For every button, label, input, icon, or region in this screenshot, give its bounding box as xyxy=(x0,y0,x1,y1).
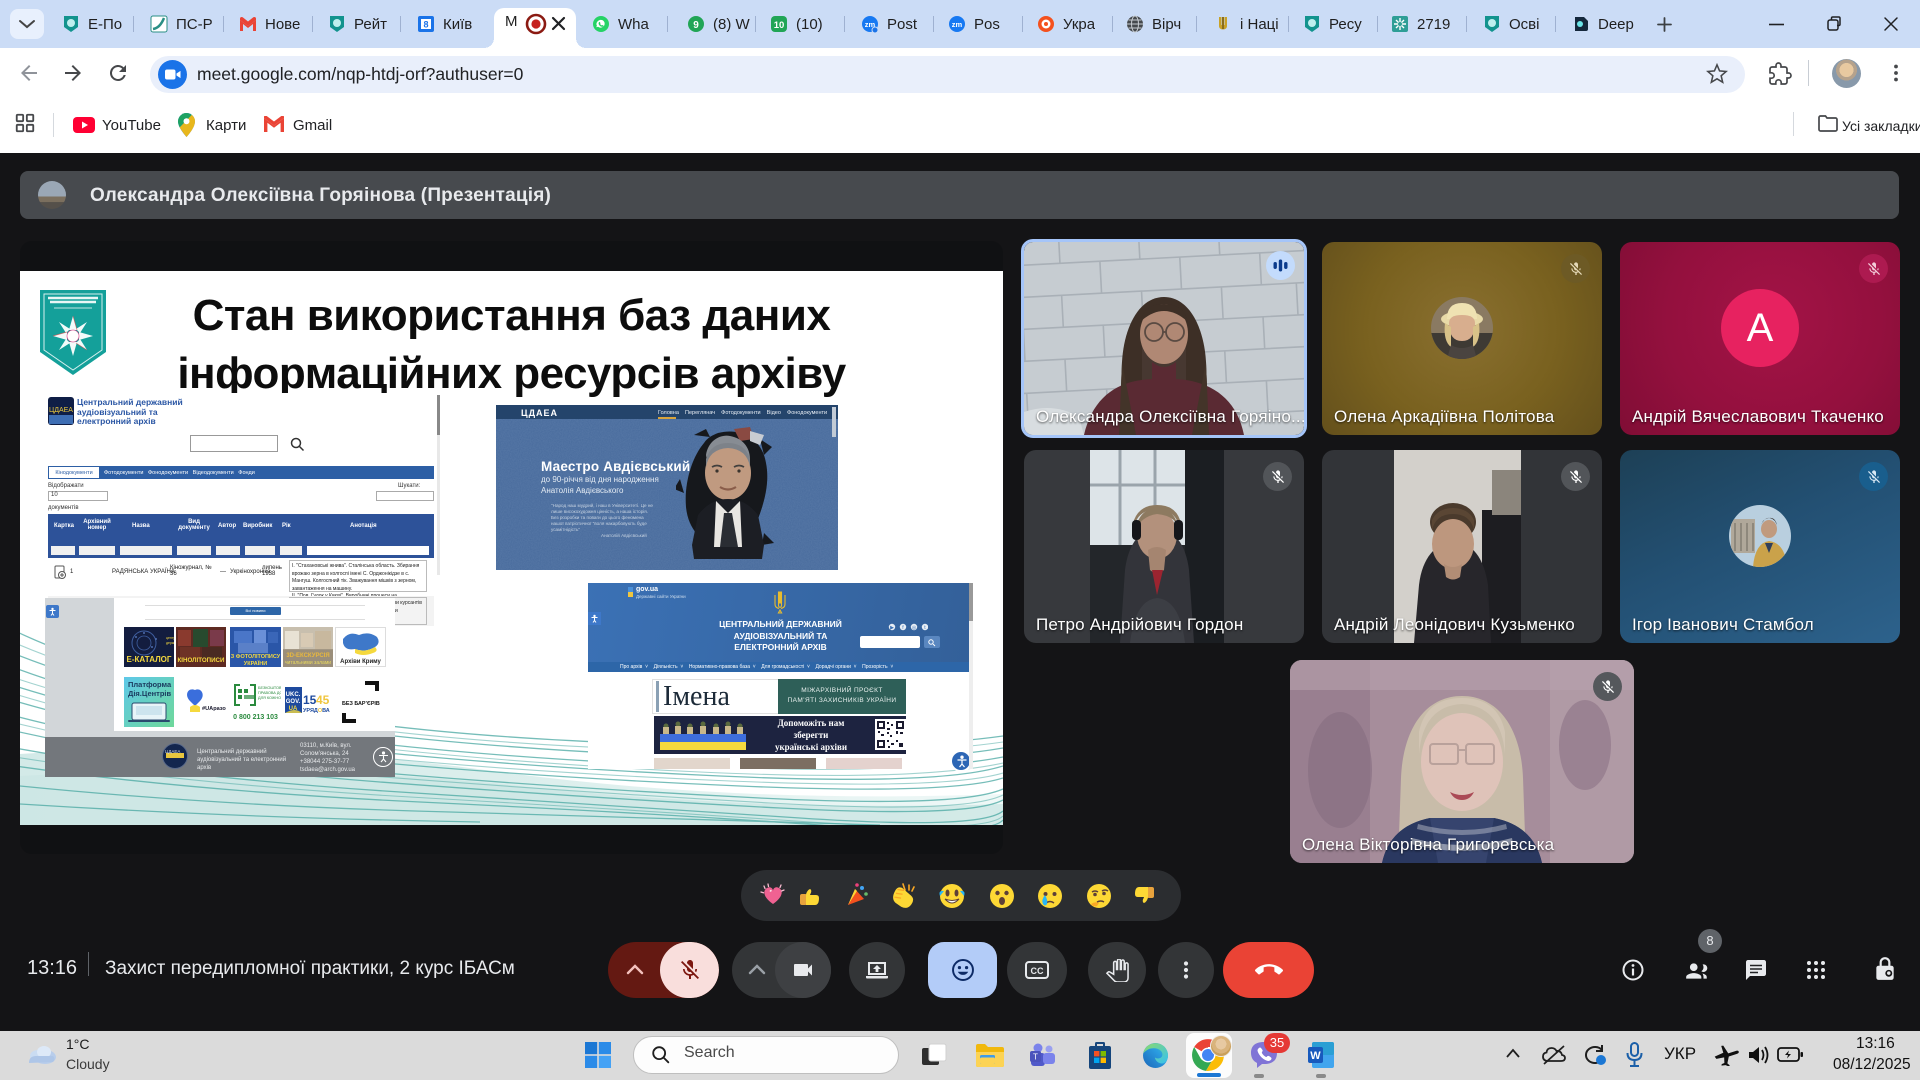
svg-text:9: 9 xyxy=(693,20,699,31)
svg-text:zm: zm xyxy=(952,20,963,29)
svg-text:читальними залами: читальними залами xyxy=(285,660,331,666)
svg-text:БЕЗ БАР’ЄРІВ: БЕЗ БАР’ЄРІВ xyxy=(342,701,380,707)
svg-text:3D-ЕКСКУРСІЯ: 3D-ЕКСКУРСІЯ xyxy=(286,653,329,659)
svg-text:GOV.: GOV. xyxy=(286,699,301,705)
svg-text:10: 10 xyxy=(774,20,785,31)
svg-text:▶: ▶ xyxy=(890,625,894,631)
svg-text:◎: ◎ xyxy=(912,625,917,631)
svg-text:державний: державний xyxy=(166,641,174,645)
svg-text:Дія.Центрів: Дія.Центрів xyxy=(128,689,171,698)
svg-text:З ФОТОЛІТОПИСУ: З ФОТОЛІТОПИСУ xyxy=(231,654,281,660)
svg-text:Е-КАТАЛОГ: Е-КАТАЛОГ xyxy=(127,655,172,664)
svg-text:15: 15 xyxy=(303,693,317,707)
svg-text:ПРАВОВА ДОПОМОГА: ПРАВОВА ДОПОМОГА xyxy=(258,691,281,695)
svg-text:0 800 213 103: 0 800 213 103 xyxy=(233,714,278,721)
svg-text:Архіви Криму: Архіви Криму xyxy=(340,659,381,665)
svg-text:UKC.: UKC. xyxy=(286,692,301,698)
svg-text:Платформа: Платформа xyxy=(128,680,172,689)
svg-text:T: T xyxy=(1033,1053,1038,1062)
svg-text:W: W xyxy=(1310,1050,1321,1062)
svg-text:ДЛЯ КОЖНОГО: ДЛЯ КОЖНОГО xyxy=(258,696,281,700)
svg-text:CC: CC xyxy=(1031,966,1044,976)
svg-text:УРЯДОВА: УРЯДОВА xyxy=(303,708,330,714)
svg-text:#UAразом: #UAразом xyxy=(202,706,226,712)
svg-text:БЕЗКОШТОВНА: БЕЗКОШТОВНА xyxy=(258,686,281,690)
svg-text:центральний: центральний xyxy=(166,636,174,640)
svg-text:КІНОЛІТОПИСИ: КІНОЛІТОПИСИ xyxy=(178,657,225,664)
svg-text:45: 45 xyxy=(316,693,330,707)
svg-text:8: 8 xyxy=(423,20,428,30)
svg-text:УКРАЇНИ: УКРАЇНИ xyxy=(244,660,267,667)
